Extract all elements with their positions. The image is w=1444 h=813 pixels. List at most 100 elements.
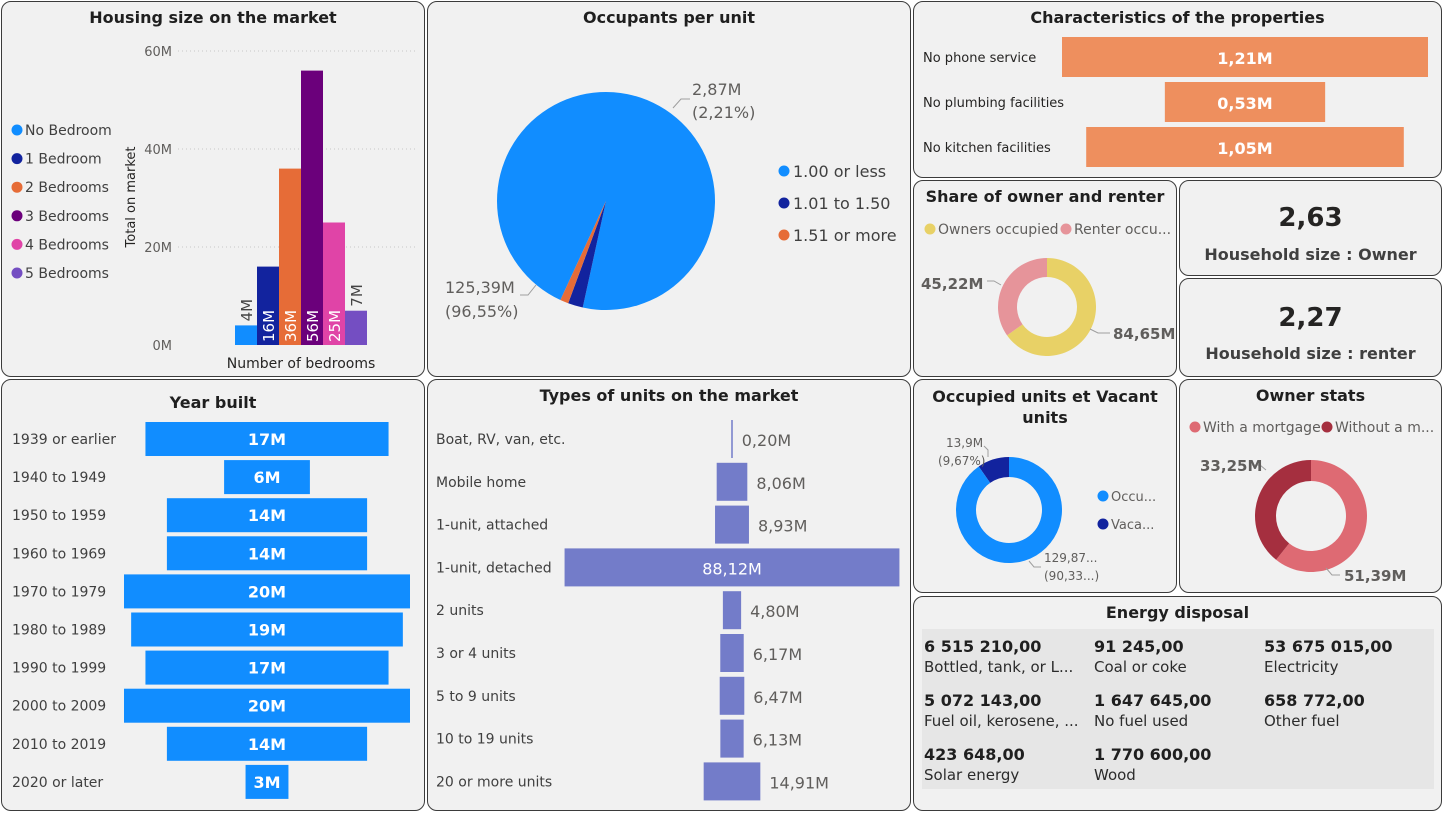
unit-type-bar — [731, 420, 733, 458]
legend-label: 1 Bedroom — [25, 152, 102, 168]
energy-value: 658 772,00 — [1264, 691, 1365, 710]
year-data-label: 19M — [248, 621, 286, 640]
unit-type-bar — [720, 634, 744, 672]
unit-type-bar — [716, 462, 748, 501]
unit-type-category-label: 1-unit, detached — [436, 560, 552, 576]
year-category-label: 1940 to 1949 — [12, 470, 106, 486]
year-data-label: 3M — [253, 773, 280, 792]
slice-data-label: 13,9M — [946, 436, 983, 450]
bar-no-bedroom — [235, 325, 257, 345]
energy-value: 6 515 210,00 — [924, 637, 1042, 656]
unit-type-bar — [722, 591, 742, 630]
legend-label: 1.51 or more — [793, 226, 897, 245]
slice-data-label: 51,39M — [1344, 567, 1406, 585]
funnel-category-label: No kitchen facilities — [923, 141, 1051, 156]
occupants-pie-chart: 2,87M (2,21%) 125,39M (96,55%) 1.00 or less 1… — [445, 80, 897, 321]
unit-type-data-label: 6,13M — [753, 731, 802, 750]
unit-type-category-label: 20 or more units — [436, 774, 552, 790]
energy-value: 1 770 600,00 — [1094, 745, 1212, 764]
year-built-chart: 1939 or earlier 17M 1940 to 1949 6M 1950 to … — [12, 422, 410, 799]
legend-marker — [11, 181, 23, 193]
household-owner-label: Household size : Owner — [1204, 245, 1417, 264]
legend-label: 1.01 to 1.50 — [793, 194, 890, 213]
bar-data-label: 56M — [304, 310, 322, 342]
occupied-vacant-panel: Occupied units et Vacant units 13,9M (9,6… — [913, 379, 1177, 593]
unit-type-bar — [715, 505, 749, 544]
bar-5-bedrooms — [345, 310, 367, 345]
household-renter-value: 2,27 — [1278, 303, 1343, 333]
legend-marker — [1097, 518, 1109, 530]
energy-label: No fuel used — [1094, 712, 1189, 730]
legend-marker — [778, 165, 790, 177]
household-renter-card: 2,27 Household size : renter — [1179, 278, 1442, 377]
unit-type-category-label: 10 to 19 units — [436, 732, 533, 748]
unit-type-bar — [720, 719, 744, 758]
unit-type-data-label: 88,12M — [702, 559, 762, 578]
year-data-label: 6M — [253, 468, 280, 487]
energy-value: 423 648,00 — [924, 745, 1025, 764]
occupied-vacant-donut-chart: 13,9M (9,67%) 129,87... (90,33...) Occu... Va… — [938, 436, 1156, 583]
legend-marker — [11, 153, 23, 165]
bar-data-label: 4M — [238, 299, 256, 322]
share-panel: Share of owner and renter Owners occupie… — [913, 180, 1177, 377]
funnel-category-label: No phone service — [923, 51, 1036, 66]
leader-line — [520, 284, 537, 296]
characteristics-funnel-chart: No phone service 1,21M No plumbing facilit… — [923, 37, 1428, 167]
year-category-label: 1980 to 1989 — [12, 623, 106, 639]
year-category-label: 1970 to 1979 — [12, 584, 106, 600]
legend-marker — [11, 267, 23, 279]
bar-data-label: 36M — [282, 310, 300, 342]
unit-type-data-label: 0,20M — [742, 431, 791, 450]
energy-label: Coal or coke — [1094, 658, 1187, 676]
year-category-label: 2000 to 2009 — [12, 699, 106, 715]
legend-marker — [778, 229, 790, 241]
unit-type-data-label: 4,80M — [750, 602, 799, 621]
legend-marker — [924, 223, 936, 235]
y-tick-label: 40M — [144, 143, 172, 158]
energy-value: 53 675 015,00 — [1264, 637, 1393, 656]
y-tick-label: 60M — [144, 45, 172, 60]
household-owner-card: 2,63 Household size : Owner — [1179, 180, 1442, 276]
owner-stats-panel: Owner stats 33,25M 51,39M With a mortgage W… — [1179, 379, 1442, 593]
legend-marker — [1321, 421, 1333, 433]
year-category-label: 1939 or earlier — [12, 432, 116, 448]
donut-slice-occupied — [956, 457, 1062, 563]
legend-label: No Bedroom — [25, 123, 112, 139]
legend-label: Occu... — [1111, 490, 1156, 505]
energy-value: 1 647 645,00 — [1094, 691, 1212, 710]
legend-marker — [1060, 223, 1072, 235]
bar-data-label: 7M — [348, 284, 366, 307]
slice-data-label: 129,87... — [1044, 551, 1097, 565]
legend-marker — [11, 210, 23, 222]
unit-type-bar — [719, 676, 745, 715]
energy-card-grid: 6 515 210,00 Bottled, tank, or L... 91 2… — [922, 629, 1434, 789]
energy-label: Electricity — [1264, 658, 1339, 676]
household-renter-label: Household size : renter — [1205, 344, 1416, 363]
slice-data-label: 84,65M — [1113, 325, 1175, 343]
energy-value: 91 245,00 — [1094, 637, 1184, 656]
slice-data-label: 125,39M — [445, 278, 515, 297]
slice-data-label: 45,22M — [921, 275, 983, 293]
energy-label: Solar energy — [924, 766, 1020, 784]
leader-line — [1089, 328, 1110, 334]
unit-type-data-label: 6,47M — [753, 688, 802, 707]
legend-label: Vaca... — [1111, 518, 1154, 533]
year-category-label: 1960 to 1969 — [12, 546, 106, 562]
year-built-panel: Year built 1939 or earlier 17M 1940 to 194… — [1, 379, 425, 811]
legend-label: 5 Bedrooms — [25, 266, 109, 282]
unit-types-chart: Boat, RV, van, etc. 0,20M Mobile home 8,06M… — [436, 420, 900, 801]
legend-label: 1.00 or less — [793, 162, 886, 181]
bar-data-label: 25M — [326, 310, 344, 342]
slice-data-label: 2,87M — [692, 80, 741, 99]
legend-label: With a mortgage — [1203, 420, 1321, 436]
household-owner-value: 2,63 — [1278, 203, 1343, 233]
legend-label: Renter occu... — [1074, 222, 1171, 238]
legend-label: Owners occupied — [938, 222, 1059, 238]
unit-type-category-label: 5 to 9 units — [436, 689, 516, 705]
energy-item: 1 647 645,00 No fuel used — [1094, 691, 1264, 730]
funnel-category-label: No plumbing facilities — [923, 96, 1064, 111]
year-category-label: 1990 to 1999 — [12, 661, 106, 677]
energy-item: 53 675 015,00 Electricity — [1264, 637, 1434, 676]
funnel-data-label: 1,05M — [1217, 139, 1272, 158]
y-tick-label: 0M — [153, 339, 173, 354]
